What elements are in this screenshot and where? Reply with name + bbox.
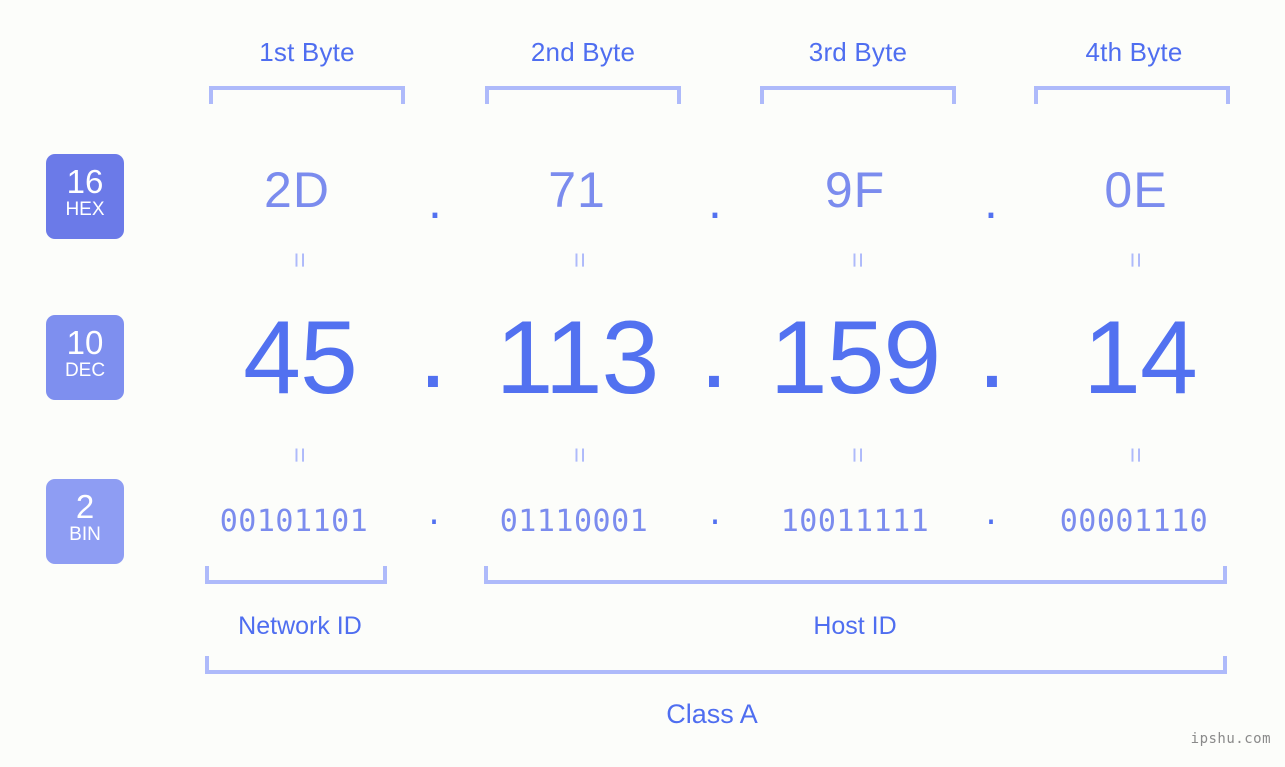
bin-byte-1: 00101101 — [219, 504, 369, 539]
radix-badge-dec: 10 DEC — [46, 315, 124, 400]
bin-byte-2: 01110001 — [499, 504, 649, 539]
hex-separator-3: . — [984, 173, 998, 229]
bin-separator-1: . — [424, 497, 444, 532]
radix-badge-bin-label: BIN — [69, 524, 101, 545]
hex-separator-1: . — [428, 173, 442, 229]
byte-header-1: 1st Byte — [259, 37, 355, 67]
dec-byte-2: 113 — [495, 300, 660, 416]
hex-separator-2: . — [708, 173, 722, 229]
radix-badge-dec-number: 10 — [66, 324, 104, 361]
hex-byte-1: 2D — [264, 162, 330, 218]
radix-badge-hex: 16 HEX — [46, 154, 124, 239]
equals-mark-hex-dec-3: = — [843, 252, 873, 268]
bin-byte-4: 00001110 — [1059, 504, 1209, 539]
class-label: Class A — [666, 699, 758, 729]
byte-header-2: 2nd Byte — [530, 37, 636, 67]
equals-mark-hex-dec-1: = — [285, 252, 315, 268]
radix-badge-bin-number: 2 — [75, 488, 95, 525]
hex-byte-3: 9F — [824, 162, 886, 218]
host-id-bracket — [484, 566, 1227, 584]
byte-bracket-3 — [760, 86, 956, 104]
radix-badge-hex-number: 16 — [66, 163, 104, 200]
network-id-bracket — [205, 566, 387, 584]
equals-mark-hex-dec-4: = — [1121, 252, 1151, 268]
host-id-label: Host ID — [813, 612, 897, 640]
equals-mark-dec-bin-2: = — [565, 447, 595, 463]
dec-byte-1: 45 — [243, 300, 358, 416]
dec-byte-4: 14 — [1083, 300, 1198, 416]
ip-breakdown-diagram: 1st Byte 2nd Byte 3rd Byte 4th Byte 16 H… — [0, 0, 1285, 767]
radix-badge-hex-label: HEX — [65, 199, 105, 220]
byte-bracket-4 — [1034, 86, 1230, 104]
byte-header-3: 3rd Byte — [808, 37, 908, 67]
byte-bracket-2 — [485, 86, 681, 104]
dec-separator-2: . — [699, 294, 729, 410]
byte-header-4: 4th Byte — [1085, 37, 1183, 67]
equals-mark-dec-bin-1: = — [285, 447, 315, 463]
bin-byte-3: 10011111 — [780, 504, 930, 539]
dec-separator-1: . — [418, 294, 448, 410]
equals-mark-hex-dec-2: = — [565, 252, 595, 268]
dec-byte-3: 159 — [769, 300, 942, 416]
dec-separator-3: . — [977, 294, 1007, 410]
hex-byte-2: 71 — [548, 162, 606, 218]
watermark: ipshu.com — [1190, 731, 1271, 747]
class-bracket — [205, 656, 1227, 674]
bin-separator-3: . — [981, 497, 1001, 532]
bin-separator-2: . — [705, 497, 725, 532]
network-id-label: Network ID — [238, 612, 362, 640]
radix-badge-dec-label: DEC — [64, 360, 106, 381]
hex-byte-4: 0E — [1104, 162, 1168, 218]
byte-bracket-1 — [209, 86, 405, 104]
equals-mark-dec-bin-4: = — [1121, 447, 1151, 463]
radix-badge-bin: 2 BIN — [46, 479, 124, 564]
equals-mark-dec-bin-3: = — [843, 447, 873, 463]
